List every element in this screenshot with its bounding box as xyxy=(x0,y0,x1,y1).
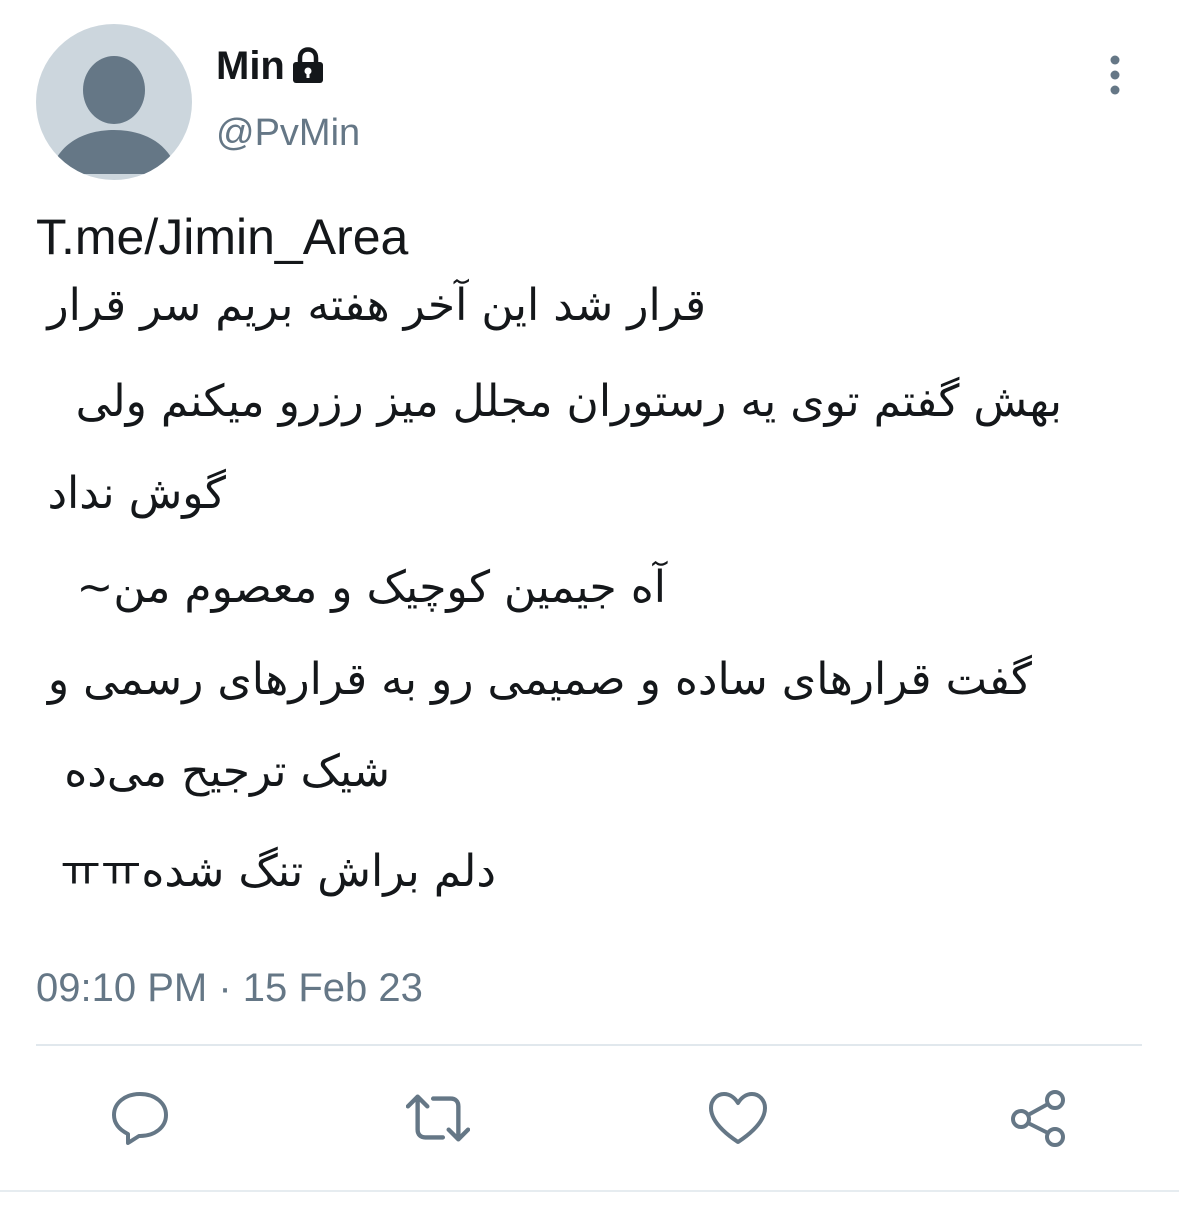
default-avatar-icon xyxy=(50,56,178,174)
tweet-timestamp[interactable]: 09:10 PM · 15 Feb 23 xyxy=(36,962,423,1014)
more-options-button[interactable] xyxy=(1092,50,1138,100)
retweet-icon xyxy=(406,1094,470,1142)
like-button[interactable] xyxy=(706,1086,770,1150)
like-icon xyxy=(709,1092,767,1144)
tweet-line: شیک ترجیح می‌ده xyxy=(64,746,390,797)
tweet-link-text[interactable]: T.me/Jimin_Area xyxy=(36,204,408,270)
display-name-row[interactable]: Min xyxy=(216,40,325,92)
tweet-line: آه جیمین کوچیک و معصوم من~ xyxy=(76,562,666,613)
tweet-line: گفت قرارهای ساده و صمیمی رو به قرارهای ر… xyxy=(47,654,1032,705)
avatar[interactable] xyxy=(36,24,192,180)
tweet-line: بهش گفتم توی یه رستوران مجلل میز رزرو می… xyxy=(75,376,1062,427)
lock-icon xyxy=(292,47,323,83)
divider xyxy=(0,1190,1179,1192)
divider xyxy=(36,1044,1142,1046)
reply-button[interactable] xyxy=(108,1086,172,1150)
tweet-line: قرار شد این آخر هفته بریم سر قرار xyxy=(47,280,706,331)
tweet-line: گوش نداد xyxy=(47,468,226,519)
reply-icon xyxy=(112,1092,168,1145)
tweet-line: دلم براش تنگ شدهㅠㅠ xyxy=(60,846,496,897)
share-icon xyxy=(1011,1090,1065,1147)
display-name[interactable]: Min xyxy=(216,40,285,92)
more-vertical-icon xyxy=(1110,55,1120,95)
user-handle[interactable]: @PvMin xyxy=(216,108,360,158)
share-button[interactable] xyxy=(1006,1086,1070,1150)
retweet-button[interactable] xyxy=(406,1086,470,1150)
